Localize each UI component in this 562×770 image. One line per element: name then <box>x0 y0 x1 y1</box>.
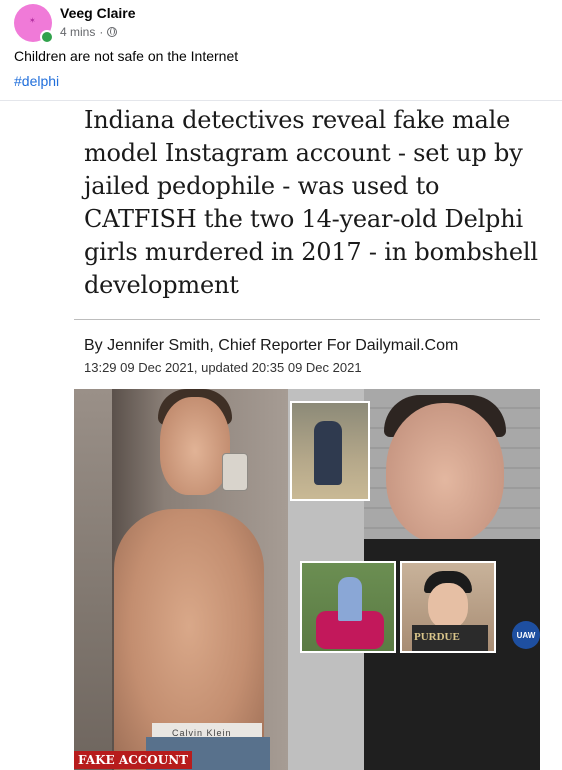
selfie-photo: Calvin Klein FAKE ACCOUNT <box>74 389 288 770</box>
globe-icon[interactable] <box>107 27 118 37</box>
article-rule <box>74 319 540 320</box>
article-byline: By Jennifer Smith, Chief Reporter For Da… <box>84 337 459 354</box>
shirt-text: PURDUE <box>414 631 460 643</box>
inset-photo-walker <box>290 401 370 501</box>
phone-icon <box>222 453 248 491</box>
mugshot-head <box>386 403 504 543</box>
uaw-badge: UAW <box>512 621 540 649</box>
author-name[interactable]: Veeg Claire <box>60 5 136 21</box>
online-status-dot <box>40 30 54 44</box>
atv-rider <box>338 577 362 621</box>
inset-photo-atv <box>300 561 396 653</box>
hashtag-link[interactable]: #delphi <box>14 73 59 89</box>
post-time[interactable]: 4 mins <box>60 25 95 39</box>
article-dateline: 13:29 09 Dec 2021, updated 20:35 09 Dec … <box>84 360 362 375</box>
shared-article-image[interactable]: Indiana detectives reveal fake male mode… <box>0 101 562 770</box>
article-headline: Indiana detectives reveal fake male mode… <box>84 106 538 299</box>
post-meta: 4 mins · <box>60 25 118 39</box>
avatar-mark: ✶ <box>29 16 36 25</box>
article-photo-collage: Calvin Klein FAKE ACCOUNT PURDUE UAW <box>74 389 540 770</box>
inset-photo-portrait: PURDUE <box>400 561 496 653</box>
photo-head <box>160 397 230 495</box>
post-text: Children are not safe on the Internet <box>14 48 239 64</box>
meta-separator: · <box>99 25 104 39</box>
fake-account-label: FAKE ACCOUNT <box>74 751 193 769</box>
photo-waistband: Calvin Klein <box>152 723 262 738</box>
portrait-face <box>428 583 468 629</box>
post-header: ✶ Veeg Claire 4 mins · <box>14 4 554 44</box>
walker-figure <box>314 421 342 485</box>
